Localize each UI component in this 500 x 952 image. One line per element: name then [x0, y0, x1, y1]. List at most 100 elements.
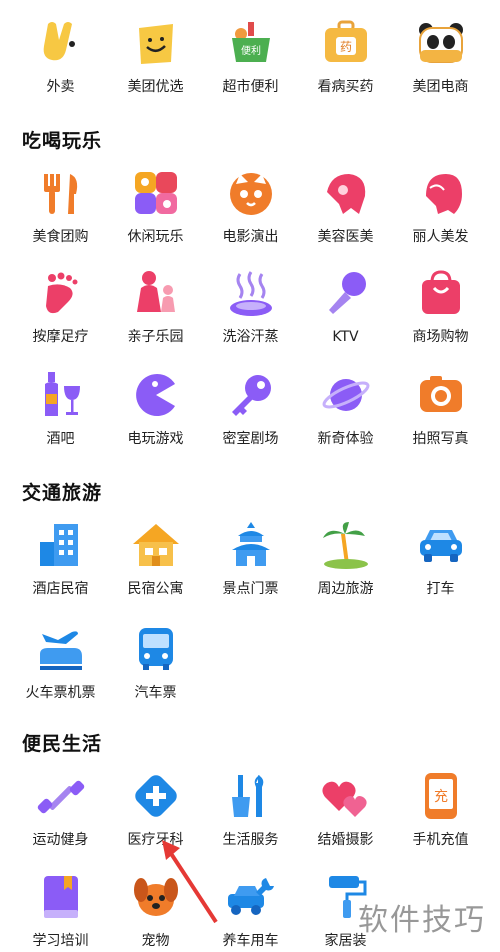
tile-liren[interactable]: 丽人美发 [393, 168, 488, 248]
recharge-badge: 充 [434, 789, 448, 805]
bus-icon [138, 628, 173, 670]
car-wrench-icon [227, 878, 274, 915]
tile-label: 景点门票 [222, 581, 279, 597]
tile-anmo[interactable]: 按摩足疗 [13, 268, 108, 348]
hotel-building-icon [39, 524, 78, 566]
tile-xuexi[interactable]: 学习培训 [13, 872, 108, 952]
tile-label: 新奇体验 [317, 431, 374, 447]
tile-yundong[interactable]: 运动健身 [13, 771, 108, 851]
panda-icon [418, 23, 463, 63]
tile-label: 汽车票 [134, 685, 177, 701]
rabbit-icon [43, 22, 75, 61]
grid-row: 按摩足疗 亲子乐园 洗浴汗蒸 KTV 商场购物 [0, 268, 500, 348]
tile-meishi[interactable]: 美食团购 [13, 168, 108, 248]
tile-label: 美容医美 [317, 229, 374, 245]
tile-chongzhi[interactable]: 充 手机充值 [393, 771, 488, 851]
tile-label: 酒吧 [46, 431, 75, 447]
tile-mishi[interactable]: 密室剧场 [203, 370, 298, 450]
tile-label: 结婚摄影 [317, 832, 374, 848]
palm-tree-icon [322, 522, 368, 569]
book-icon [43, 876, 78, 918]
tile-label: 美食团购 [32, 229, 89, 245]
tile-label: 超市便利 [222, 79, 279, 95]
tile-dianshang[interactable]: 美团电商 [393, 18, 488, 98]
tile-label: 火车票机票 [25, 685, 96, 701]
tile-dianwan[interactable]: 电玩游戏 [108, 370, 203, 450]
dumbbell-icon [37, 780, 84, 814]
tile-label: 商场购物 [412, 329, 469, 345]
tile-meirong[interactable]: 美容医美 [298, 168, 393, 248]
tile-qiche[interactable]: 汽车票 [108, 624, 203, 704]
tile-label: 拍照写真 [412, 431, 469, 447]
medicine-box-icon: 药 [324, 20, 367, 62]
fork-knife-icon [43, 174, 77, 214]
tile-label: 电玩游戏 [127, 431, 184, 447]
tile-jiudian[interactable]: 酒店民宿 [13, 520, 108, 600]
train-plane-icon [39, 631, 82, 670]
car-icon [419, 530, 462, 562]
grid-row: 火车票机票 汽车票 [0, 624, 500, 704]
tile-ktv[interactable]: KTV [298, 268, 393, 348]
top-row: 外卖 美团优选 便利 超市便利 药 看病买药 美团电商 [0, 18, 500, 98]
tile-label: 密室剧场 [222, 431, 279, 447]
section-title-jiaotong: 交通旅游 [22, 482, 103, 504]
tile-chaoshi[interactable]: 便利 超市便利 [203, 18, 298, 98]
tile-xiyu[interactable]: 洗浴汗蒸 [203, 268, 298, 348]
tile-jiehun[interactable]: 结婚摄影 [298, 771, 393, 851]
tile-xiuxian[interactable]: 休闲玩乐 [108, 168, 203, 248]
watermark-text: 软件技巧 [358, 902, 486, 938]
section-title-bianmin: 便民生活 [22, 733, 103, 755]
tile-label: 看病买药 [317, 79, 374, 95]
tile-label: 休闲玩乐 [127, 229, 184, 245]
tile-shangchang[interactable]: 商场购物 [393, 268, 488, 348]
tile-label: 打车 [426, 581, 455, 597]
basket-badge: 便利 [241, 44, 261, 57]
tile-minsu[interactable]: 民宿公寓 [108, 520, 203, 600]
tile-label: 周边旅游 [317, 581, 374, 597]
tile-waimai[interactable]: 外卖 [13, 18, 108, 98]
tile-label: 酒店民宿 [32, 581, 89, 597]
tile-meituan-youxuan[interactable]: 美团优选 [108, 18, 203, 98]
tile-xinqi[interactable]: 新奇体验 [298, 370, 393, 450]
tile-jingdian[interactable]: 景点门票 [203, 520, 298, 600]
tile-label: 养车用车 [222, 933, 279, 949]
tile-label: 外卖 [46, 79, 75, 95]
tile-label: 按摩足疗 [32, 329, 89, 345]
tile-qinzi[interactable]: 亲子乐园 [108, 268, 203, 348]
shopping-bag-icon [421, 270, 460, 314]
planet-icon [322, 379, 369, 411]
tile-kanbing[interactable]: 药 看病买药 [298, 18, 393, 98]
phone-recharge-icon: 充 [424, 773, 457, 819]
foot-icon [45, 272, 77, 314]
medical-cross-icon [134, 775, 177, 817]
tile-dache[interactable]: 打车 [393, 520, 488, 600]
tile-paizhao[interactable]: 拍照写真 [393, 370, 488, 450]
red-arrow-annotation [162, 840, 218, 924]
beauty-hair-icon [326, 174, 365, 214]
pacman-icon [135, 374, 175, 416]
tile-zhoubian[interactable]: 周边旅游 [298, 520, 393, 600]
tile-huoche[interactable]: 火车票机票 [13, 624, 108, 704]
medicine-badge: 药 [339, 40, 351, 54]
tile-label: 丽人美发 [412, 229, 469, 245]
grid-row: 酒吧 电玩游戏 密室剧场 新奇体验 拍照写真 [0, 370, 500, 450]
parent-child-icon [136, 271, 175, 312]
wine-bottle-icon [44, 372, 80, 416]
microphone-icon [328, 272, 366, 314]
tile-label: 宠物 [141, 933, 170, 949]
tile-label: 手机充值 [412, 832, 469, 848]
camera-icon [419, 376, 462, 412]
tile-label: 电影演出 [222, 229, 279, 245]
tile-label: 洗浴汗蒸 [222, 329, 279, 345]
tile-label: 美团电商 [412, 79, 469, 95]
tile-label: 生活服务 [222, 832, 279, 848]
tile-jiuba[interactable]: 酒吧 [13, 370, 108, 450]
tile-dianying[interactable]: 电影演出 [203, 168, 298, 248]
tile-label: 美团优选 [127, 79, 184, 95]
grid-row: 酒店民宿 民宿公寓 景点门票 周边旅游 打车 [0, 520, 500, 600]
tile-label: 亲子乐园 [127, 329, 184, 345]
hair-profile-icon [425, 174, 462, 214]
house-icon [132, 524, 179, 566]
hot-spring-icon [229, 271, 272, 316]
hearts-icon [321, 781, 367, 817]
